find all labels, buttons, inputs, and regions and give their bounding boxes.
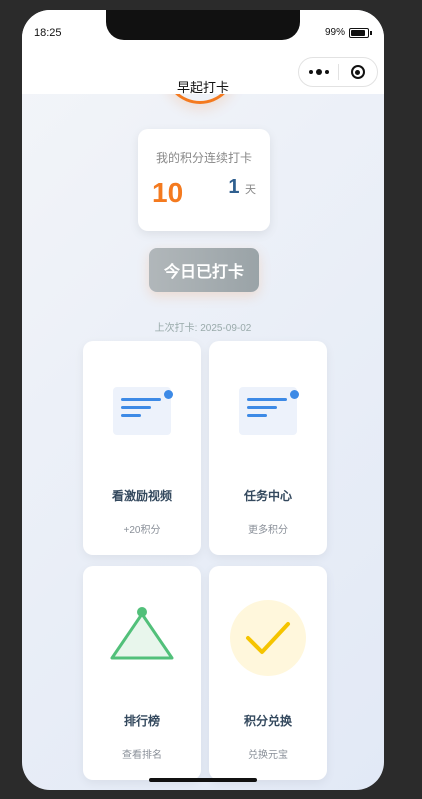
card-points-exchange[interactable]: 积分兑换 兑换元宝 — [209, 566, 327, 780]
last-checkin-date: 上次打卡: 2025-09-02 — [154, 323, 252, 334]
points-value: 10 — [152, 177, 184, 208]
card-subtitle: +20积分 — [123, 525, 161, 536]
battery-percent: 99% — [324, 27, 345, 38]
device-notch — [106, 10, 300, 40]
home-indicator — [149, 778, 257, 782]
phone-screen: 18:25 99% 早起打卡 我的积分连续打卡 10 1 天 今日已打卡 上次打… — [22, 10, 384, 790]
main-content: 我的积分连续打卡 10 1 天 今日已打卡 上次打卡: 2025-09-02 看… — [22, 94, 384, 790]
card-title: 看激励视频 — [111, 489, 172, 503]
card-leaderboard[interactable]: 排行榜 查看排名 — [83, 566, 201, 780]
close-miniprogram-button[interactable] — [339, 65, 377, 79]
document-icon — [239, 387, 299, 435]
card-title: 积分兑换 — [243, 714, 292, 728]
card-subtitle: 兑换元宝 — [248, 750, 288, 761]
target-icon — [350, 65, 365, 79]
more-menu-icon[interactable] — [299, 69, 338, 75]
battery-icon — [349, 27, 369, 38]
status-time: 18:25 — [34, 27, 62, 39]
points-card-label: 我的积分连续打卡 — [155, 151, 252, 165]
card-title: 排行榜 — [123, 714, 160, 728]
checkmark-icon — [230, 600, 306, 676]
streak-days: 1 天 — [228, 176, 256, 199]
card-watch-video[interactable]: 看激励视频 +20积分 — [83, 341, 201, 555]
days-unit: 天 — [245, 184, 256, 196]
battery-indicator: 99% — [325, 27, 372, 38]
document-icon — [113, 387, 173, 435]
card-task-center[interactable]: 任务中心 更多积分 — [209, 341, 327, 555]
card-title: 任务中心 — [243, 489, 292, 503]
streak-days-value: 1 — [228, 176, 240, 198]
nav-bar: 早起打卡 — [22, 50, 384, 95]
checkin-button[interactable]: 今日已打卡 — [149, 248, 259, 292]
triangle-icon — [110, 607, 174, 660]
sun-ring-decoration — [164, 94, 236, 104]
points-card: 我的积分连续打卡 10 1 天 — [138, 129, 270, 231]
miniprogram-capsule — [298, 57, 378, 87]
card-subtitle: 更多积分 — [248, 525, 288, 536]
card-subtitle: 查看排名 — [122, 750, 162, 761]
